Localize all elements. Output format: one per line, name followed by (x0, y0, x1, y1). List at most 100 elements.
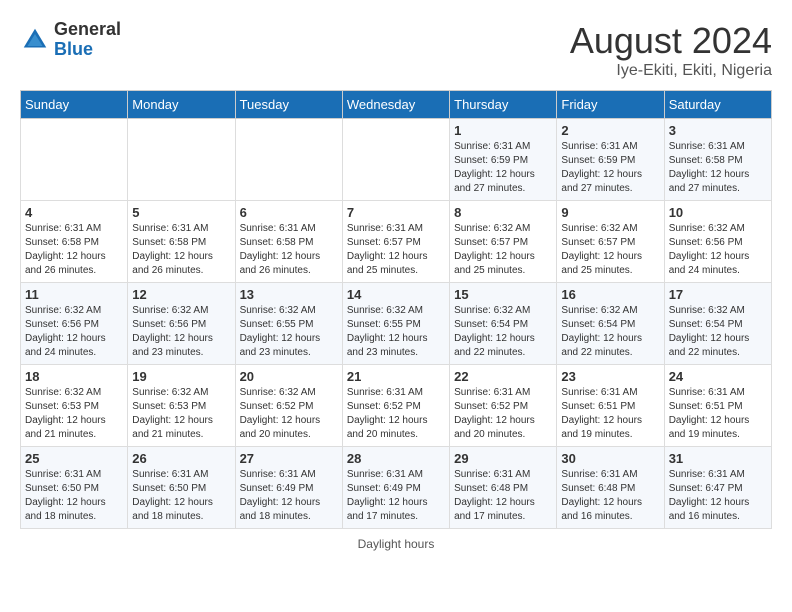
logo-icon (20, 25, 50, 55)
day-info: Sunrise: 6:31 AMSunset: 6:48 PMDaylight:… (454, 468, 552, 524)
day-number: 3 (669, 123, 767, 138)
day-number: 7 (347, 205, 445, 220)
day-number: 2 (561, 123, 659, 138)
calendar-cell: 6Sunrise: 6:31 AMSunset: 6:58 PMDaylight… (235, 201, 342, 283)
calendar-cell: 9 Sunrise: 6:32 AMSunset: 6:57 PMDaylight… (557, 201, 664, 283)
calendar-cell: 15 Sunrise: 6:32 AMSunset: 6:54 PMDayligh… (450, 283, 557, 365)
day-info: Sunrise: 6:31 AMSunset: 6:50 PMDaylight:… (25, 468, 123, 524)
day-number: 14 (347, 287, 445, 302)
calendar-week-row: 25 Sunrise: 6:31 AMSunset: 6:50 PMDayligh… (21, 447, 772, 529)
calendar-cell: 25 Sunrise: 6:31 AMSunset: 6:50 PMDayligh… (21, 447, 128, 529)
calendar-cell: 26Sunrise: 6:31 AMSunset: 6:50 PMDayligh… (128, 447, 235, 529)
day-info: Sunrise: 6:31 AMSunset: 6:58 PMDaylight:… (240, 222, 338, 278)
day-info: Sunrise: 6:32 AMSunset: 6:56 PMDaylight:… (25, 304, 123, 360)
day-info: Sunrise: 6:32 AMSunset: 6:55 PMDaylight:… (347, 304, 445, 360)
calendar-header: SundayMondayTuesdayWednesdayThursdayFrid… (21, 91, 772, 119)
day-of-week-header: Thursday (450, 91, 557, 119)
calendar-cell: 11Sunrise: 6:32 AMSunset: 6:56 PMDayligh… (21, 283, 128, 365)
calendar-cell: 20 Sunrise: 6:32 AMSunset: 6:52 PMDayligh… (235, 365, 342, 447)
calendar-table: SundayMondayTuesdayWednesdayThursdayFrid… (20, 90, 772, 529)
day-number: 21 (347, 369, 445, 384)
day-of-week-header: Monday (128, 91, 235, 119)
day-number: 16 (561, 287, 659, 302)
calendar-cell: 23 Sunrise: 6:31 AMSunset: 6:51 PMDayligh… (557, 365, 664, 447)
day-number: 31 (669, 451, 767, 466)
subtitle: Iye-Ekiti, Ekiti, Nigeria (570, 62, 772, 80)
calendar-week-row: 18 Sunrise: 6:32 AMSunset: 6:53 PMDayligh… (21, 365, 772, 447)
calendar-cell: 30Sunrise: 6:31 AMSunset: 6:48 PMDayligh… (557, 447, 664, 529)
day-info: Sunrise: 6:32 AMSunset: 6:53 PMDaylight:… (132, 386, 230, 442)
logo-general: General (54, 20, 121, 40)
day-number: 17 (669, 287, 767, 302)
day-number: 1 (454, 123, 552, 138)
day-of-week-header: Sunday (21, 91, 128, 119)
calendar-cell: 21 Sunrise: 6:31 AMSunset: 6:52 PMDayligh… (342, 365, 449, 447)
day-info: Sunrise: 6:31 AMSunset: 6:49 PMDaylight:… (347, 468, 445, 524)
calendar-cell: 3Sunrise: 6:31 AMSunset: 6:58 PMDaylight… (664, 119, 771, 201)
calendar-week-row: 1 Sunrise: 6:31 AMSunset: 6:59 PMDaylight… (21, 119, 772, 201)
logo-blue: Blue (54, 40, 121, 60)
logo: General Blue (20, 20, 121, 60)
calendar-cell: 29Sunrise: 6:31 AMSunset: 6:48 PMDayligh… (450, 447, 557, 529)
day-info: Sunrise: 6:32 AMSunset: 6:53 PMDaylight:… (25, 386, 123, 442)
calendar-cell: 5 Sunrise: 6:31 AMSunset: 6:58 PMDaylight… (128, 201, 235, 283)
day-info: Sunrise: 6:32 AMSunset: 6:56 PMDaylight:… (132, 304, 230, 360)
day-info: Sunrise: 6:31 AMSunset: 6:52 PMDaylight:… (347, 386, 445, 442)
day-of-week-header: Tuesday (235, 91, 342, 119)
day-of-week-header: Wednesday (342, 91, 449, 119)
day-number: 22 (454, 369, 552, 384)
day-number: 8 (454, 205, 552, 220)
calendar-cell: 24 Sunrise: 6:31 AMSunset: 6:51 PMDayligh… (664, 365, 771, 447)
day-number: 28 (347, 451, 445, 466)
calendar-cell: 19Sunrise: 6:32 AMSunset: 6:53 PMDayligh… (128, 365, 235, 447)
day-number: 10 (669, 205, 767, 220)
calendar-header-row: SundayMondayTuesdayWednesdayThursdayFrid… (21, 91, 772, 119)
calendar-cell (342, 119, 449, 201)
day-info: Sunrise: 6:31 AMSunset: 6:57 PMDaylight:… (347, 222, 445, 278)
day-info: Sunrise: 6:31 AMSunset: 6:58 PMDaylight:… (132, 222, 230, 278)
day-number: 24 (669, 369, 767, 384)
day-number: 27 (240, 451, 338, 466)
calendar-cell: 13 Sunrise: 6:32 AMSunset: 6:55 PMDayligh… (235, 283, 342, 365)
day-number: 9 (561, 205, 659, 220)
day-info: Sunrise: 6:31 AMSunset: 6:58 PMDaylight:… (25, 222, 123, 278)
day-of-week-header: Saturday (664, 91, 771, 119)
calendar-body: 1 Sunrise: 6:31 AMSunset: 6:59 PMDaylight… (21, 119, 772, 529)
day-number: 13 (240, 287, 338, 302)
day-number: 12 (132, 287, 230, 302)
day-number: 4 (25, 205, 123, 220)
calendar-week-row: 4 Sunrise: 6:31 AMSunset: 6:58 PMDaylight… (21, 201, 772, 283)
title-block: August 2024 Iye-Ekiti, Ekiti, Nigeria (570, 20, 772, 80)
day-info: Sunrise: 6:31 AMSunset: 6:59 PMDaylight:… (561, 140, 659, 196)
day-info: Sunrise: 6:32 AMSunset: 6:52 PMDaylight:… (240, 386, 338, 442)
calendar-cell: 10 Sunrise: 6:32 AMSunset: 6:56 PMDayligh… (664, 201, 771, 283)
calendar-cell: 28 Sunrise: 6:31 AMSunset: 6:49 PMDayligh… (342, 447, 449, 529)
day-info: Sunrise: 6:31 AMSunset: 6:51 PMDaylight:… (561, 386, 659, 442)
calendar-cell: 22Sunrise: 6:31 AMSunset: 6:52 PMDayligh… (450, 365, 557, 447)
day-info: Sunrise: 6:31 AMSunset: 6:59 PMDaylight:… (454, 140, 552, 196)
daylight-hours-label: Daylight hours (358, 537, 435, 551)
calendar-cell: 17Sunrise: 6:32 AMSunset: 6:54 PMDayligh… (664, 283, 771, 365)
logo-text: General Blue (54, 20, 121, 60)
calendar-cell: 14 Sunrise: 6:32 AMSunset: 6:55 PMDayligh… (342, 283, 449, 365)
calendar-cell: 2 Sunrise: 6:31 AMSunset: 6:59 PMDaylight… (557, 119, 664, 201)
day-number: 25 (25, 451, 123, 466)
page-header: General Blue August 2024 Iye-Ekiti, Ekit… (20, 20, 772, 80)
day-number: 15 (454, 287, 552, 302)
day-info: Sunrise: 6:32 AMSunset: 6:54 PMDaylight:… (454, 304, 552, 360)
calendar-cell: 31Sunrise: 6:31 AMSunset: 6:47 PMDayligh… (664, 447, 771, 529)
day-info: Sunrise: 6:32 AMSunset: 6:57 PMDaylight:… (561, 222, 659, 278)
day-number: 26 (132, 451, 230, 466)
day-number: 30 (561, 451, 659, 466)
day-number: 18 (25, 369, 123, 384)
day-number: 23 (561, 369, 659, 384)
day-info: Sunrise: 6:32 AMSunset: 6:57 PMDaylight:… (454, 222, 552, 278)
day-info: Sunrise: 6:31 AMSunset: 6:49 PMDaylight:… (240, 468, 338, 524)
day-number: 20 (240, 369, 338, 384)
day-number: 5 (132, 205, 230, 220)
main-title: August 2024 (570, 20, 772, 62)
day-info: Sunrise: 6:31 AMSunset: 6:51 PMDaylight:… (669, 386, 767, 442)
day-info: Sunrise: 6:32 AMSunset: 6:56 PMDaylight:… (669, 222, 767, 278)
calendar-week-row: 11Sunrise: 6:32 AMSunset: 6:56 PMDayligh… (21, 283, 772, 365)
day-info: Sunrise: 6:32 AMSunset: 6:55 PMDaylight:… (240, 304, 338, 360)
